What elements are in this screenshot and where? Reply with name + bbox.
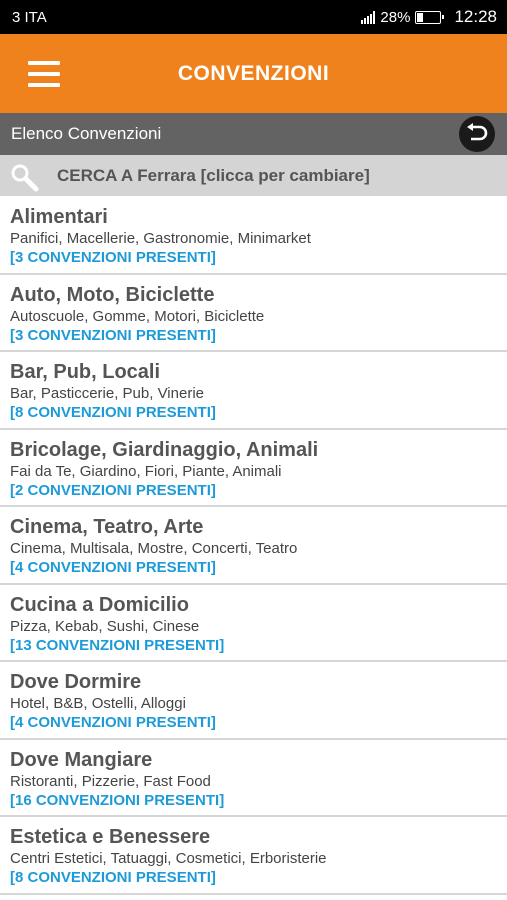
clock: 12:28 bbox=[454, 7, 497, 26]
category-title: Alimentari bbox=[10, 206, 108, 228]
search-icon bbox=[11, 164, 39, 192]
category-subtitle: Pizza, Kebab, Sushi, Cinese bbox=[10, 617, 200, 635]
category-subtitle: Cinema, Multisala, Mostre, Concerti, Tea… bbox=[10, 540, 298, 557]
category-title: Bricolage, Giardinaggio, Animali bbox=[10, 438, 319, 461]
category-count: [2 CONVENZIONI PRESENTI] bbox=[10, 481, 216, 499]
status-bar: 3 ITA 28% 12:28 bbox=[0, 0, 507, 34]
status-indicators: 28% 12:28 bbox=[361, 7, 497, 27]
list-item-alimentari[interactable]: Alimentari Panifici, Macellerie, Gastron… bbox=[0, 197, 507, 275]
search-location-bar[interactable]: CERCA A Ferrara [clicca per cambiare] bbox=[0, 155, 507, 196]
category-count: [16 CONVENZIONI PRESENTI] bbox=[10, 791, 225, 809]
category-count: [4 CONVENZIONI PRESENTI] bbox=[10, 559, 216, 576]
category-title: Cucina a Domicilio bbox=[10, 593, 189, 616]
list-item-cinema-teatro-arte[interactable]: Cinema, Teatro, Arte Cinema, Multisala, … bbox=[0, 507, 507, 585]
page-title: CONVENZIONI bbox=[177, 61, 330, 85]
battery-percent: 28% bbox=[380, 8, 411, 26]
category-subtitle: Hotel, B&B, Ostelli, Alloggi bbox=[10, 695, 186, 712]
category-title: Dove Dormire bbox=[10, 671, 142, 693]
category-subtitle: Panifici, Macellerie, Gastronomie, Minim… bbox=[10, 230, 311, 247]
category-count: [13 CONVENZIONI PRESENTI] bbox=[10, 636, 225, 654]
battery-icon bbox=[415, 10, 445, 24]
category-title: Cinema, Teatro, Arte bbox=[10, 516, 204, 538]
category-subtitle: Bar, Pasticcerie, Pub, Vinerie bbox=[10, 385, 204, 402]
back-button[interactable] bbox=[459, 116, 495, 152]
category-subtitle: Centri Estetici, Tatuaggi, Cosmetici, Er… bbox=[10, 850, 327, 867]
search-location-text: CERCA A Ferrara [clicca per cambiare] bbox=[57, 166, 370, 185]
list-item-estetica-e-benessere[interactable]: Estetica e Benessere Centri Estetici, Ta… bbox=[0, 817, 507, 895]
category-list: Alimentari Panifici, Macellerie, Gastron… bbox=[0, 197, 507, 895]
list-item-dove-mangiare[interactable]: Dove Mangiare Ristoranti, Pizzerie, Fast… bbox=[0, 739, 507, 817]
category-count: [3 CONVENZIONI PRESENTI] bbox=[10, 249, 216, 266]
section-header: Elenco Convenzioni bbox=[0, 113, 507, 155]
list-item-dove-dormire[interactable]: Dove Dormire Hotel, B&B, Ostelli, Allogg… bbox=[0, 662, 507, 740]
category-count: [8 CONVENZIONI PRESENTI] bbox=[10, 404, 216, 421]
back-arrow-icon bbox=[467, 123, 488, 141]
carrier-label: 3 ITA bbox=[12, 8, 47, 26]
category-count: [4 CONVENZIONI PRESENTI] bbox=[10, 714, 216, 731]
list-item-cucina-a-domicilio[interactable]: Cucina a Domicilio Pizza, Kebab, Sushi, … bbox=[0, 584, 507, 662]
list-item-bar-pub-locali[interactable]: Bar, Pub, Locali Bar, Pasticcerie, Pub, … bbox=[0, 352, 507, 430]
section-title: Elenco Convenzioni bbox=[11, 124, 162, 143]
category-title: Bar, Pub, Locali bbox=[10, 361, 161, 383]
category-subtitle: Ristoranti, Pizzerie, Fast Food bbox=[10, 772, 211, 790]
category-title: Estetica e Benessere bbox=[10, 826, 211, 848]
list-item-bricolage[interactable]: Bricolage, Giardinaggio, Animali Fai da … bbox=[0, 429, 507, 507]
app-bar: CONVENZIONI bbox=[0, 34, 507, 113]
category-count: [8 CONVENZIONI PRESENTI] bbox=[10, 869, 216, 886]
signal-icon bbox=[361, 10, 376, 24]
category-count: [3 CONVENZIONI PRESENTI] bbox=[10, 326, 216, 344]
list-item-auto-moto-biciclette[interactable]: Auto, Moto, Biciclette Autoscuole, Gomme… bbox=[0, 274, 507, 352]
category-title: Dove Mangiare bbox=[10, 748, 153, 771]
hamburger-menu-icon[interactable] bbox=[28, 61, 60, 87]
category-title: Auto, Moto, Biciclette bbox=[10, 283, 215, 306]
category-subtitle: Fai da Te, Giardino, Fiori, Piante, Anim… bbox=[10, 462, 282, 480]
category-subtitle: Autoscuole, Gomme, Motori, Biciclette bbox=[10, 307, 265, 325]
